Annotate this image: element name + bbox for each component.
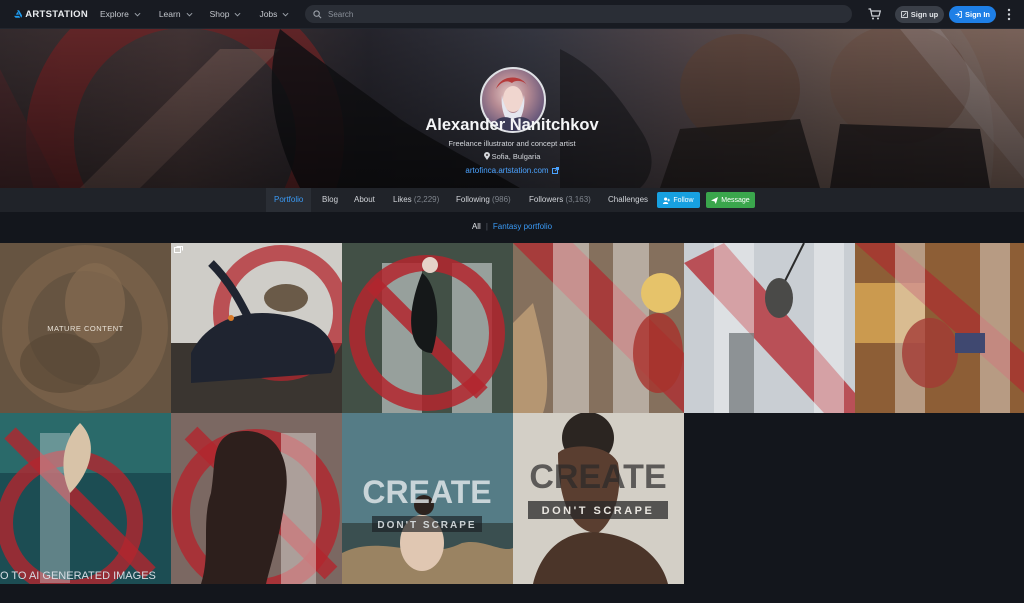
- tab-following[interactable]: Following (986): [456, 188, 511, 212]
- logo-text: ARTSTATION: [25, 8, 88, 20]
- tab-followers[interactable]: Followers (3,163): [529, 188, 591, 212]
- chevron-down-icon: [234, 12, 241, 17]
- follow-label: Follow: [673, 196, 694, 204]
- album-filters: All | Fantasy portfolio: [0, 222, 1024, 231]
- nav-explore[interactable]: Explore: [100, 9, 141, 19]
- create-text: CREATE: [362, 474, 491, 510]
- create-text: CREATE: [529, 458, 666, 496]
- swinging-figure-artwork: [684, 243, 855, 413]
- location-pin-icon: [483, 152, 490, 160]
- nav-jobs[interactable]: Jobs: [259, 9, 289, 19]
- tab-likes[interactable]: Likes (2,229): [393, 188, 439, 212]
- profile-headline: Freelance illustrator and concept artist: [448, 139, 576, 148]
- profile-tabs: Portfolio Blog About Likes (2,229) Follo…: [0, 188, 1024, 212]
- workshop-girl-artwork: [855, 243, 1024, 413]
- follow-button[interactable]: Follow: [657, 192, 700, 208]
- dont-scrape-text: DON'T SCRAPE: [377, 520, 476, 531]
- project-thumbnail[interactable]: [171, 243, 342, 413]
- project-thumbnail[interactable]: CREATE DON'T SCRAPE: [513, 413, 684, 584]
- chevron-down-icon: [186, 12, 193, 17]
- nav-shop-label: Shop: [209, 9, 230, 19]
- external-link-icon: [551, 167, 559, 174]
- tab-followers-label: Followers: [529, 195, 564, 204]
- chevron-down-icon: [282, 12, 289, 17]
- message-label: Message: [721, 196, 750, 204]
- project-thumbnail[interactable]: MATURE CONTENT: [0, 243, 171, 413]
- tab-followers-count: (3,163): [565, 195, 591, 204]
- nav-learn-label: Learn: [158, 9, 181, 19]
- signup-label: Sign up: [910, 10, 939, 19]
- signin-button[interactable]: Sign In: [949, 6, 996, 23]
- tab-likes-label: Likes: [393, 195, 412, 204]
- tab-following-label: Following: [456, 195, 490, 204]
- tab-blog[interactable]: Blog: [322, 188, 338, 212]
- project-thumbnail[interactable]: [855, 243, 1024, 413]
- top-nav: ARTSTATION Explore Learn Shop Jobs Sign …: [0, 0, 1024, 29]
- nav-explore-label: Explore: [100, 9, 129, 19]
- more-vertical-icon[interactable]: [1007, 8, 1011, 21]
- project-thumbnail[interactable]: [342, 243, 513, 413]
- tab-about[interactable]: About: [354, 188, 375, 212]
- project-thumbnail[interactable]: [0, 413, 171, 584]
- follow-user-icon: [663, 196, 671, 204]
- message-icon: [711, 196, 719, 204]
- artstation-logo[interactable]: ARTSTATION: [14, 8, 88, 20]
- profile-website[interactable]: artofinca.artstation.com: [0, 166, 1024, 175]
- create-dont-scrape-portrait-text: CREATE DON'T SCRAPE: [528, 458, 668, 519]
- search-input[interactable]: [328, 9, 828, 19]
- beetle-rider-artwork: [171, 243, 342, 413]
- profile-cover: Alexander Nanitchkov Freelance illustrat…: [0, 29, 1024, 188]
- album-fantasy-portfolio[interactable]: Fantasy portfolio: [493, 222, 552, 231]
- create-dont-scrape-sea-text: CREATE DON'T SCRAPE: [362, 474, 492, 532]
- profile-website-link[interactable]: artofinca.artstation.com: [465, 166, 548, 175]
- mermaid-artwork: [0, 413, 171, 584]
- message-button[interactable]: Message: [706, 192, 755, 208]
- portrait-profile-artwork: [171, 413, 342, 584]
- nav-learn[interactable]: Learn: [159, 9, 193, 19]
- mature-content-label: MATURE CONTENT: [47, 324, 124, 333]
- cart-icon[interactable]: [868, 8, 881, 20]
- project-thumbnail[interactable]: [513, 243, 684, 413]
- artstation-logo-icon: [14, 10, 23, 18]
- nav-shop[interactable]: Shop: [210, 9, 242, 19]
- album-all[interactable]: All: [472, 222, 481, 231]
- dark-witch-artwork: [342, 243, 513, 413]
- project-thumbnail[interactable]: [171, 413, 342, 584]
- chevron-down-icon: [134, 12, 141, 17]
- no-ai-caption: O TO AI GENERATED IMAGES: [0, 570, 156, 582]
- dont-scrape-text: DON'T SCRAPE: [542, 505, 655, 517]
- profile-name: Alexander Nanitchkov: [425, 116, 599, 134]
- tab-challenges[interactable]: Challenges: [608, 188, 648, 212]
- tab-portfolio[interactable]: Portfolio: [266, 188, 312, 212]
- album-separator: |: [485, 222, 488, 231]
- signup-icon: [900, 11, 908, 18]
- signin-icon: [955, 11, 962, 18]
- signin-label: Sign In: [965, 10, 990, 19]
- signup-button[interactable]: Sign up: [895, 6, 944, 23]
- project-thumbnail[interactable]: [684, 243, 855, 413]
- tab-likes-count: (2,229): [413, 195, 440, 204]
- project-thumbnail[interactable]: CREATE DON'T SCRAPE: [342, 413, 513, 584]
- multiple-images-icon: [174, 246, 183, 253]
- nav-jobs-label: Jobs: [259, 9, 278, 19]
- blonde-girl-artwork: [513, 243, 684, 413]
- search-bar[interactable]: [305, 5, 852, 23]
- profile-location-text: Sofia, Bulgaria: [491, 152, 541, 161]
- profile-location: Sofia, Bulgaria: [0, 152, 1024, 161]
- tab-following-count: (986): [492, 195, 511, 204]
- search-icon: [313, 9, 322, 18]
